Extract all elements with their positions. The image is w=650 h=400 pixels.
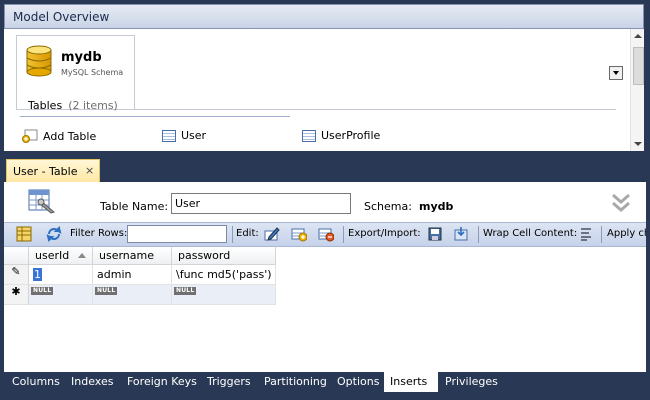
table-editor-icon (28, 189, 56, 214)
table-item-label: UserProfile (321, 129, 381, 142)
cell-password[interactable]: \func md5('pass') (172, 265, 276, 285)
schema-name: mydb (61, 50, 102, 65)
model-overview-title: Model Overview (13, 10, 110, 24)
cell-password-new[interactable]: NULL (172, 285, 276, 305)
table-editor: Table Name: Schema: mydb Filter Rows: Ed… (4, 182, 646, 372)
toolbar-separator (601, 226, 602, 243)
grid-toolbar: Filter Rows: Edit: Export/Import: Wrap C… (4, 222, 646, 247)
schema-label: Schema: (364, 200, 412, 213)
edit-row-icon[interactable] (264, 226, 280, 242)
tables-label: Tables (28, 99, 63, 112)
grid-corner (4, 247, 29, 265)
export-icon[interactable] (427, 226, 443, 242)
model-overview-header: Model Overview (4, 4, 644, 29)
column-header-userid[interactable]: userId (29, 247, 93, 265)
null-badge: NULL (31, 287, 54, 295)
grid-view-icon[interactable] (16, 226, 32, 242)
scroll-thumb[interactable] (633, 47, 644, 85)
column-header-label: password (178, 249, 231, 262)
refresh-icon[interactable] (46, 226, 62, 242)
tab-privileges[interactable]: Privileges (439, 372, 504, 392)
model-overview-panel: mydb MySQL Schema Tables (2 items) Add Ta… (4, 29, 644, 151)
tables-count: (2 items) (68, 99, 118, 112)
asterisk-icon: ✱ (11, 285, 21, 298)
close-icon[interactable]: × (85, 164, 94, 177)
cell-value: admin (97, 268, 132, 281)
tab-user-table[interactable]: User - Table × (6, 159, 100, 182)
toolbar-separator (478, 226, 479, 243)
table-icon (162, 129, 176, 142)
delete-row-icon[interactable] (318, 226, 334, 242)
scroll-up-icon[interactable] (634, 34, 642, 38)
editor-header: Table Name: Schema: mydb (4, 182, 646, 222)
tab-columns[interactable]: Columns (6, 372, 66, 392)
cell-userid-new[interactable]: NULL (29, 285, 93, 305)
table-icon (302, 129, 316, 142)
tables-section-title[interactable]: Tables (2 items) (28, 99, 118, 112)
column-header-label: username (99, 249, 154, 262)
null-badge: NULL (174, 287, 197, 295)
null-badge: NULL (95, 287, 118, 295)
cell-userid[interactable]: 1 (29, 265, 93, 285)
add-table-icon (22, 129, 38, 143)
tab-partitioning[interactable]: Partitioning (258, 372, 333, 392)
tab-indexes[interactable]: Indexes (65, 372, 119, 392)
sort-ascending-icon (78, 253, 86, 258)
database-icon (26, 45, 52, 77)
collapse-chevron-icon[interactable] (610, 192, 632, 214)
tab-options[interactable]: Options (331, 372, 385, 392)
tab-foreign-keys[interactable]: Foreign Keys (121, 372, 203, 392)
tables-underline (20, 116, 290, 117)
table-name-input[interactable] (171, 193, 351, 214)
table-item-label: User (181, 129, 207, 142)
scroll-down-icon[interactable] (634, 142, 642, 146)
new-row-marker[interactable]: ✱ (4, 285, 29, 305)
add-row-icon[interactable] (291, 226, 307, 242)
schema-subtitle: MySQL Schema (61, 68, 124, 77)
toolbar-separator (232, 226, 233, 243)
tab-inserts[interactable]: Inserts (384, 372, 438, 392)
schema-value: mydb (419, 200, 454, 213)
table-item-user[interactable]: User (162, 129, 206, 142)
overview-scrollbar[interactable] (630, 29, 644, 151)
editor-bottom-tabs: Columns Indexes Foreign Keys Triggers Pa… (4, 372, 646, 394)
table-name-label: Table Name: (100, 200, 169, 213)
cell-value: \func md5('pass') (176, 268, 272, 281)
toolbar-separator (343, 226, 344, 243)
cell-value: 1 (33, 268, 42, 281)
filter-rows-input[interactable] (127, 225, 227, 243)
column-header-label: userId (35, 249, 70, 262)
edit-label: Edit: (236, 228, 259, 239)
tab-user-table-label: User - Table (13, 165, 78, 178)
add-table-item[interactable]: Add Table (22, 129, 96, 143)
table-item-userprofile[interactable]: UserProfile (302, 129, 380, 142)
row-edit-marker[interactable]: ✎ (4, 265, 29, 285)
export-import-label: Export/Import: (348, 228, 421, 239)
filter-rows-label: Filter Rows: (70, 228, 128, 239)
cell-username[interactable]: admin (93, 265, 172, 285)
wrap-text-icon[interactable] (578, 226, 594, 242)
editor-tab-strip: User - Table × (4, 152, 646, 182)
column-header-password[interactable]: password (172, 247, 276, 265)
wrap-cell-label: Wrap Cell Content: (483, 228, 578, 239)
add-table-label: Add Table (43, 129, 97, 143)
import-icon[interactable] (453, 226, 469, 242)
tab-triggers[interactable]: Triggers (201, 372, 257, 392)
pencil-icon: ✎ (11, 265, 21, 278)
column-header-username[interactable]: username (93, 247, 172, 265)
apply-changes-button[interactable]: Apply ch (607, 228, 646, 239)
schema-dropdown-button[interactable] (609, 66, 623, 80)
cell-username-new[interactable]: NULL (93, 285, 172, 305)
